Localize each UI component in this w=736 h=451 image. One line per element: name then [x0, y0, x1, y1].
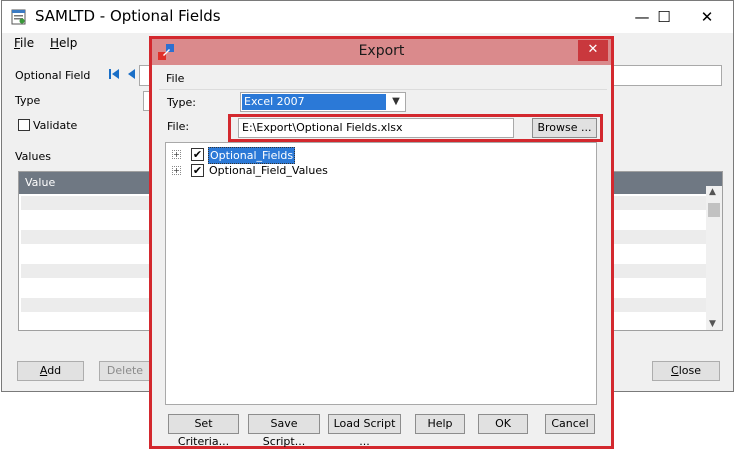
cancel-button[interactable]: Cancel	[545, 414, 595, 434]
table-tree[interactable]: + ✔ Optional_Fields + ✔ Optional_Field_V…	[165, 142, 597, 405]
browse-button[interactable]: Browse ...	[532, 118, 597, 138]
save-script-button[interactable]: Save Script...	[248, 414, 320, 448]
close-button[interactable]: Close	[652, 361, 720, 381]
nav-previous-icon[interactable]	[126, 68, 136, 80]
dialog-menu-bar: File	[159, 68, 607, 90]
type-label: Type	[15, 94, 41, 107]
tree-checkbox[interactable]: ✔	[191, 148, 204, 161]
file-label: File:	[167, 120, 190, 133]
export-dialog: Export ✕ File Type: Excel 2007 ▼ File: E…	[149, 36, 614, 449]
grid-column-value[interactable]: Value	[25, 176, 55, 189]
values-label: Values	[15, 150, 51, 163]
type-select-value: Excel 2007	[242, 94, 386, 110]
type-label: Type:	[167, 96, 196, 109]
load-script-button[interactable]: Load Script ...	[328, 414, 401, 448]
optional-field-label: Optional Field	[15, 69, 91, 82]
dialog-footer: Set Criteria... Save Script... Load Scri…	[165, 409, 597, 448]
dialog-close-icon[interactable]: ✕	[578, 40, 608, 61]
type-select[interactable]: Excel 2007 ▼	[240, 92, 406, 112]
validate-checkbox[interactable]	[18, 119, 30, 131]
dialog-title: Export	[358, 43, 405, 59]
window-titlebar: SAMLTD - Optional Fields — ☐ ✕	[2, 1, 733, 33]
validate-label: Validate	[33, 119, 78, 132]
delete-button[interactable]: Delete	[99, 361, 151, 381]
window-title: SAMLTD - Optional Fields	[35, 7, 221, 25]
expand-plus-icon[interactable]: +	[172, 166, 181, 175]
nav-first-icon[interactable]	[108, 68, 120, 80]
expand-plus-icon[interactable]: +	[172, 150, 181, 159]
dialog-menu-file[interactable]: File	[166, 72, 184, 85]
tree-label[interactable]: Optional_Fields	[208, 147, 296, 164]
close-window-button[interactable]: ✕	[685, 3, 729, 31]
tree-label[interactable]: Optional_Field_Values	[208, 163, 329, 178]
add-button[interactable]: Add	[17, 361, 84, 381]
chevron-down-icon[interactable]: ▼	[388, 94, 404, 110]
set-criteria-button[interactable]: Set Criteria...	[168, 414, 239, 448]
dialog-titlebar: Export ✕	[152, 39, 611, 65]
menu-file[interactable]: File	[14, 36, 34, 50]
grid-scrollbar[interactable]: ▲ ▼	[706, 186, 722, 330]
ok-button[interactable]: OK	[478, 414, 528, 434]
app-icon	[11, 9, 26, 25]
help-button[interactable]: Help	[415, 414, 465, 434]
scroll-down-icon[interactable]: ▼	[709, 319, 716, 329]
file-path-input[interactable]: E:\Export\Optional Fields.xlsx	[238, 118, 514, 138]
scroll-thumb[interactable]	[708, 203, 720, 217]
maximize-button[interactable]: ☐	[642, 3, 686, 31]
tree-checkbox[interactable]: ✔	[191, 164, 204, 177]
menu-help[interactable]: Help	[50, 36, 77, 50]
scroll-up-icon[interactable]: ▲	[709, 187, 716, 197]
